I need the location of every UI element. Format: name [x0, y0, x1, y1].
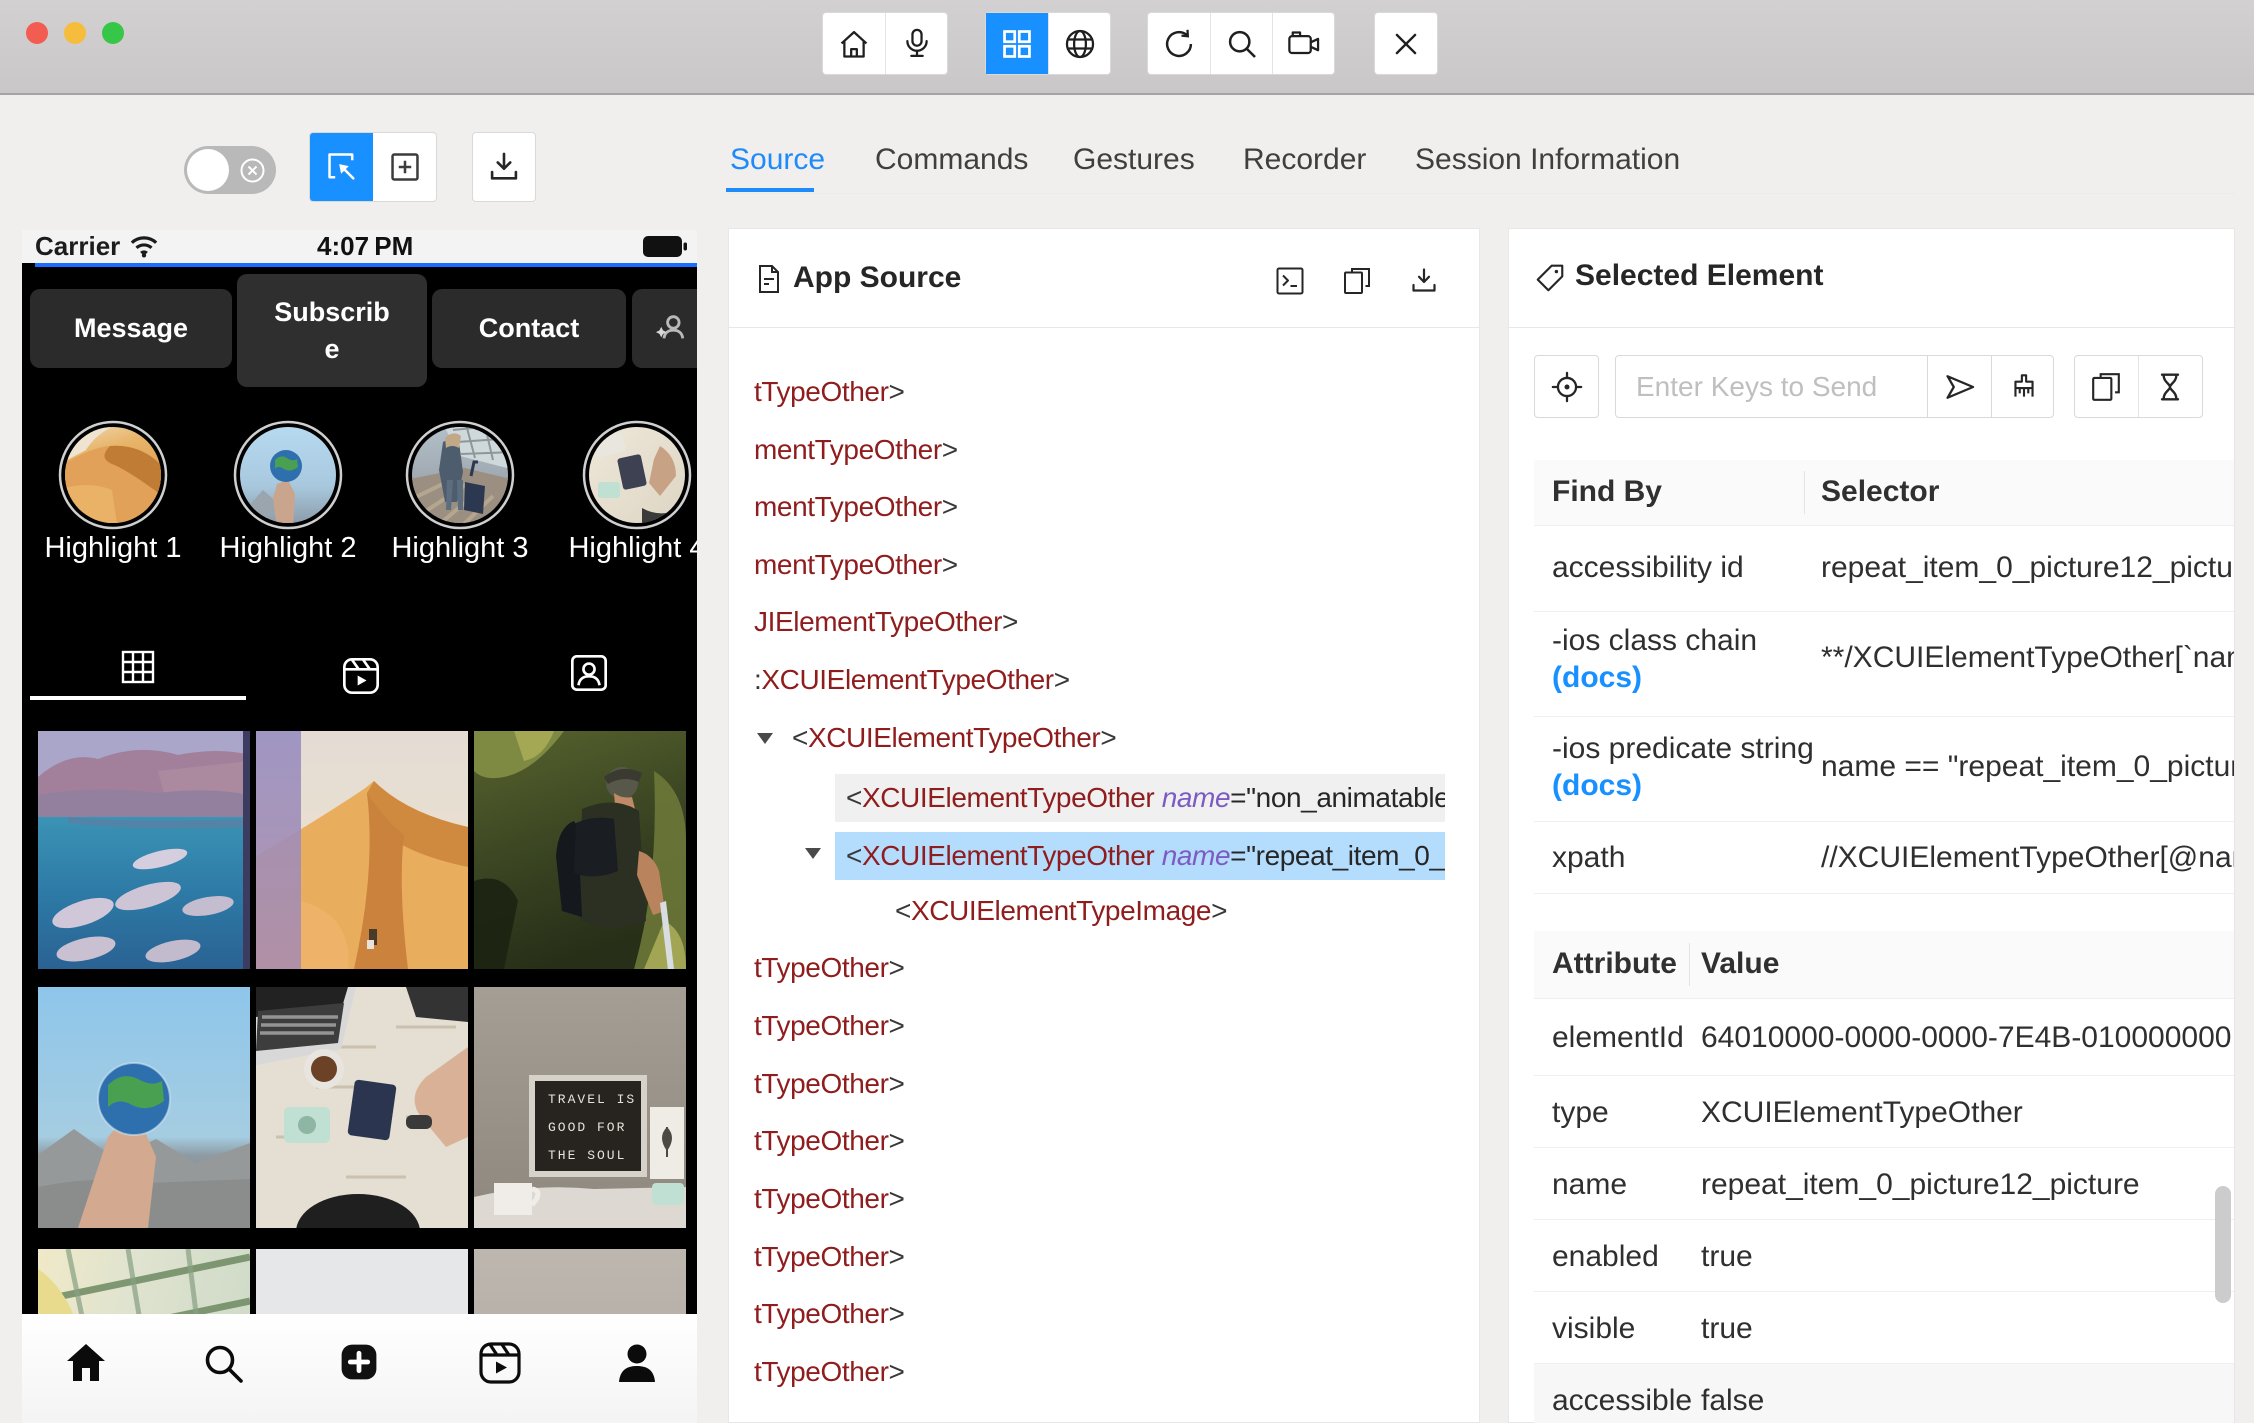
svg-text:TRAVEL IS: TRAVEL IS — [548, 1092, 636, 1107]
svg-text:THE SOUL: THE SOUL — [548, 1148, 626, 1163]
svg-text:GOOD FOR: GOOD FOR — [548, 1120, 626, 1135]
